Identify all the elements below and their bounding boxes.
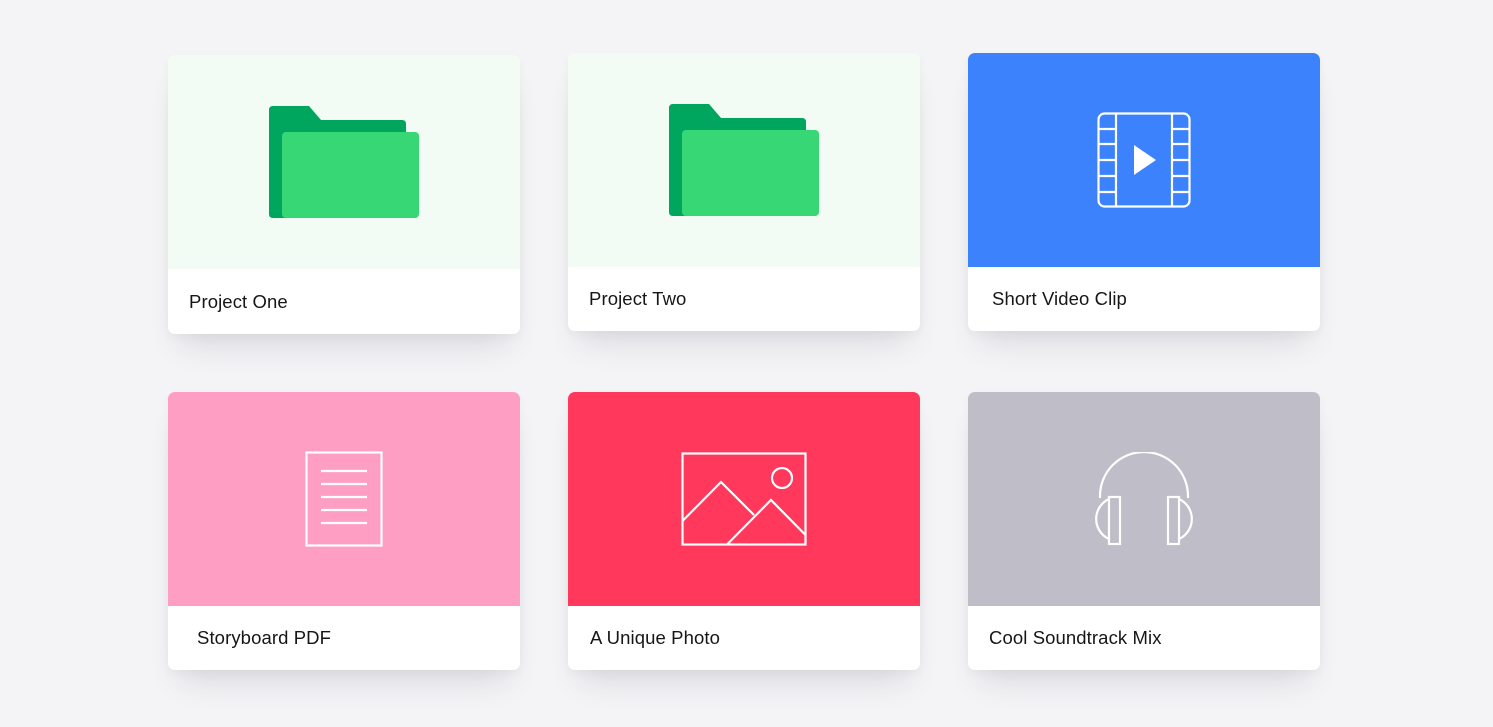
card-thumbnail	[568, 53, 920, 267]
card-title: Short Video Clip	[968, 267, 1320, 331]
card-title-text: Short Video Clip	[992, 288, 1127, 309]
file-card-short-video-clip[interactable]: Short Video Clip	[968, 53, 1320, 331]
video-film-icon	[1097, 112, 1191, 208]
card-title: Cool Soundtrack Mix	[968, 606, 1320, 670]
image-icon	[681, 452, 807, 546]
card-thumbnail	[168, 55, 520, 269]
card-title-text: Storyboard PDF	[197, 627, 332, 648]
card-thumbnail	[168, 392, 520, 606]
document-icon	[305, 451, 383, 547]
folder-icon	[269, 106, 419, 218]
file-card-cool-soundtrack-mix[interactable]: Cool Soundtrack Mix	[968, 392, 1320, 670]
card-title-text: Cool Soundtrack Mix	[989, 627, 1162, 648]
card-thumbnail	[568, 392, 920, 606]
card-thumbnail	[968, 392, 1320, 606]
file-card-project-one[interactable]: Project One	[168, 55, 520, 334]
file-card-project-two[interactable]: Project Two	[568, 53, 920, 331]
headphones-icon	[1086, 452, 1202, 546]
card-title-text: Project Two	[589, 288, 687, 309]
file-card-a-unique-photo[interactable]: A Unique Photo	[568, 392, 920, 670]
card-thumbnail	[968, 53, 1320, 267]
file-card-storyboard-pdf[interactable]: Storyboard PDF	[168, 392, 520, 670]
card-title: Project Two	[568, 267, 920, 331]
card-title-text: Project One	[189, 291, 288, 312]
folder-icon	[669, 104, 819, 216]
card-title: Storyboard PDF	[168, 606, 520, 670]
card-title: Project One	[168, 269, 520, 334]
card-title: A Unique Photo	[568, 606, 920, 670]
card-title-text: A Unique Photo	[590, 627, 720, 648]
